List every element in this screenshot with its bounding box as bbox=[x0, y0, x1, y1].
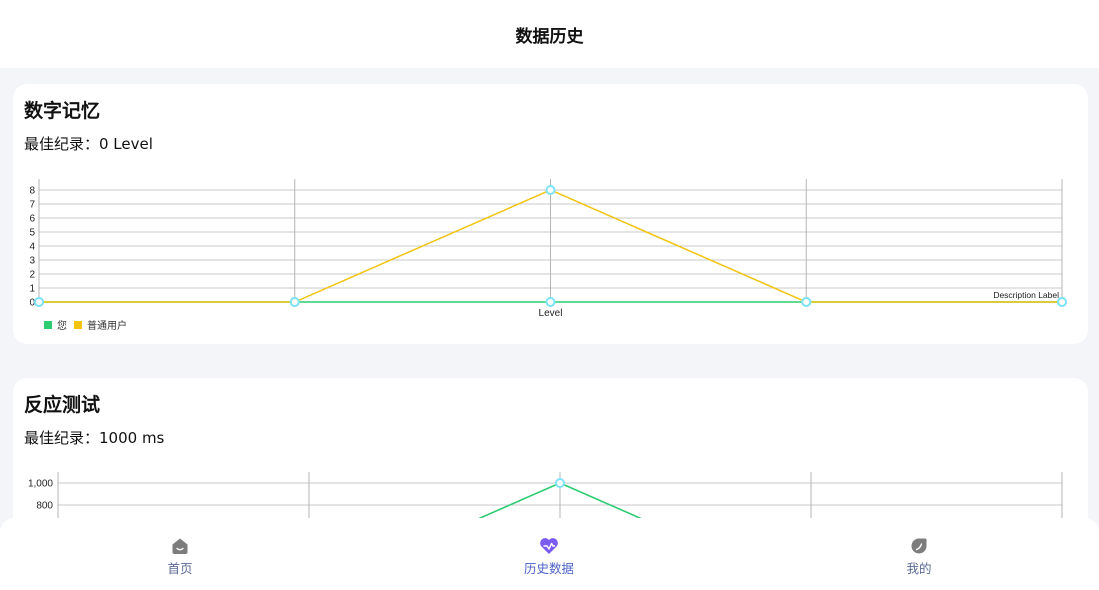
data-point bbox=[289, 297, 300, 307]
y-tick-label: 1,000 bbox=[28, 479, 53, 490]
legend-item-average-user: 普通用户 bbox=[74, 317, 127, 332]
y-tick-label: 6 bbox=[29, 214, 35, 225]
legend-label: 普通用户 bbox=[87, 321, 127, 332]
data-point bbox=[34, 297, 44, 307]
tab-label: 历史数据 bbox=[523, 561, 574, 576]
y-tick-label: 7 bbox=[29, 200, 35, 211]
tab-history[interactable]: 历史数据 bbox=[449, 518, 649, 590]
data-point bbox=[801, 297, 812, 307]
data-point bbox=[545, 185, 556, 195]
tab-mine[interactable]: 我的 bbox=[819, 518, 1019, 590]
y-tick-label: 3 bbox=[29, 256, 35, 267]
y-tick-label: 1 bbox=[29, 284, 35, 295]
heart-chart-icon bbox=[539, 536, 559, 556]
legend-label: 您 bbox=[57, 321, 67, 332]
digit-memory-card: 数字记忆 最佳纪录：0 Level 0 1 2 3 4 5 6 7 8 Level Descript… bbox=[13, 84, 1088, 344]
data-point bbox=[1057, 297, 1067, 307]
y-tick-label: 4 bbox=[29, 242, 35, 253]
digit-memory-chart: 012345678LevelDescription Label bbox=[29, 179, 1067, 319]
legend-item-you: 您 bbox=[44, 317, 67, 332]
tab-home[interactable]: 首页 bbox=[80, 518, 280, 590]
leaf-profile-icon bbox=[909, 536, 929, 556]
tab-label: 首页 bbox=[167, 561, 193, 576]
top-header: 数据历史 bbox=[0, 0, 1099, 68]
y-tick-label: 800 bbox=[36, 501, 53, 512]
legend-swatch bbox=[74, 320, 82, 329]
chart-legend: 您 普通用户 bbox=[44, 317, 134, 332]
legend-swatch bbox=[44, 320, 52, 329]
y-tick-label: 5 bbox=[29, 228, 35, 239]
home-icon bbox=[170, 536, 190, 556]
data-point bbox=[555, 478, 565, 488]
y-tick-label: 2 bbox=[29, 270, 35, 281]
page-title: 数据历史 bbox=[515, 26, 584, 47]
x-axis-label: Level bbox=[539, 308, 563, 319]
tab-label: 我的 bbox=[906, 561, 932, 576]
description-label: Description Label bbox=[993, 290, 1059, 300]
data-point bbox=[545, 297, 556, 307]
y-tick-label: 8 bbox=[29, 186, 35, 197]
bottom-tab-bar: 首页 历史数据 我的 bbox=[0, 518, 1099, 590]
